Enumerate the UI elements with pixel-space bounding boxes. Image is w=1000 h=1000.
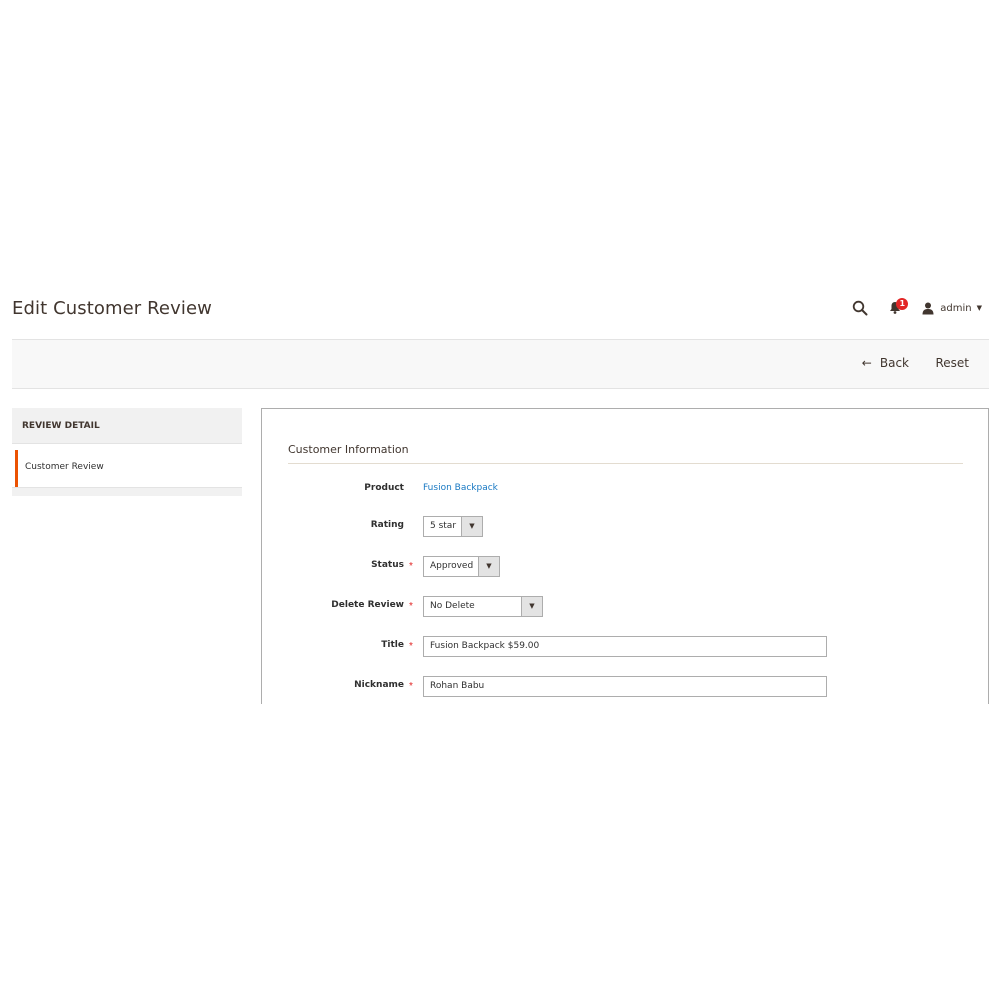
product-link[interactable]: Fusion Backpack — [423, 483, 498, 493]
field-label: Title — [381, 640, 404, 650]
user-menu[interactable]: admin ▼ — [922, 302, 982, 315]
main-panel: Customer Information Product Fusion Back… — [261, 408, 989, 704]
field-label: Product — [364, 483, 404, 493]
field-nickname: Nickname * Rohan Babu — [262, 676, 990, 698]
required-icon: * — [409, 561, 413, 572]
page-title: Edit Customer Review — [12, 298, 212, 319]
sidebar-item-customer-review[interactable]: Customer Review — [15, 450, 242, 487]
user-name: admin — [940, 302, 972, 314]
field-label: Nickname — [354, 680, 404, 690]
required-icon: * — [409, 681, 413, 692]
field-product: Product Fusion Backpack — [262, 479, 990, 501]
chevron-down-icon: ▼ — [521, 597, 542, 616]
field-delete-review: Delete Review * No Delete ▼ — [262, 596, 990, 618]
field-label: Status — [371, 560, 404, 570]
header-actions: 1 admin ▼ — [852, 298, 982, 318]
sidebar: REVIEW DETAIL Customer Review — [12, 408, 242, 496]
field-rating: Rating 5 star ▼ — [262, 516, 990, 538]
notifications-button[interactable]: 1 — [888, 298, 909, 317]
field-status: Status * Approved ▼ — [262, 556, 990, 578]
field-label: Rating — [370, 520, 404, 530]
page-actions-toolbar: ← Back Reset — [12, 339, 989, 389]
page: Edit Customer Review 1 admin ▼ ← Back Re… — [0, 0, 1000, 1000]
chevron-down-icon: ▼ — [478, 557, 499, 576]
notification-badge: 1 — [896, 298, 909, 310]
reset-button[interactable]: Reset — [935, 356, 969, 370]
section-title: Customer Information — [288, 443, 963, 464]
required-icon: * — [409, 641, 413, 652]
back-button-label: Back — [879, 356, 909, 370]
sidebar-divider — [12, 487, 242, 496]
field-title: Title * Fusion Backpack $59.00 — [262, 636, 990, 658]
search-icon[interactable] — [852, 300, 868, 316]
required-icon: * — [409, 601, 413, 612]
select-value: No Delete — [430, 601, 475, 611]
arrow-left-icon: ← — [861, 356, 872, 370]
title-input[interactable]: Fusion Backpack $59.00 — [423, 636, 827, 657]
select-value: Approved — [430, 561, 474, 571]
status-select[interactable]: Approved ▼ — [423, 556, 500, 577]
delete-review-select[interactable]: No Delete ▼ — [423, 596, 543, 617]
back-button[interactable]: ← Back — [862, 356, 909, 370]
rating-select[interactable]: 5 star ▼ — [423, 516, 483, 537]
nickname-input[interactable]: Rohan Babu — [423, 676, 827, 697]
caret-down-icon: ▼ — [976, 304, 982, 312]
select-value: 5 star — [430, 521, 457, 531]
sidebar-title: REVIEW DETAIL — [12, 408, 242, 444]
user-icon — [922, 302, 934, 315]
field-label: Delete Review — [331, 600, 404, 610]
chevron-down-icon: ▼ — [461, 517, 482, 536]
